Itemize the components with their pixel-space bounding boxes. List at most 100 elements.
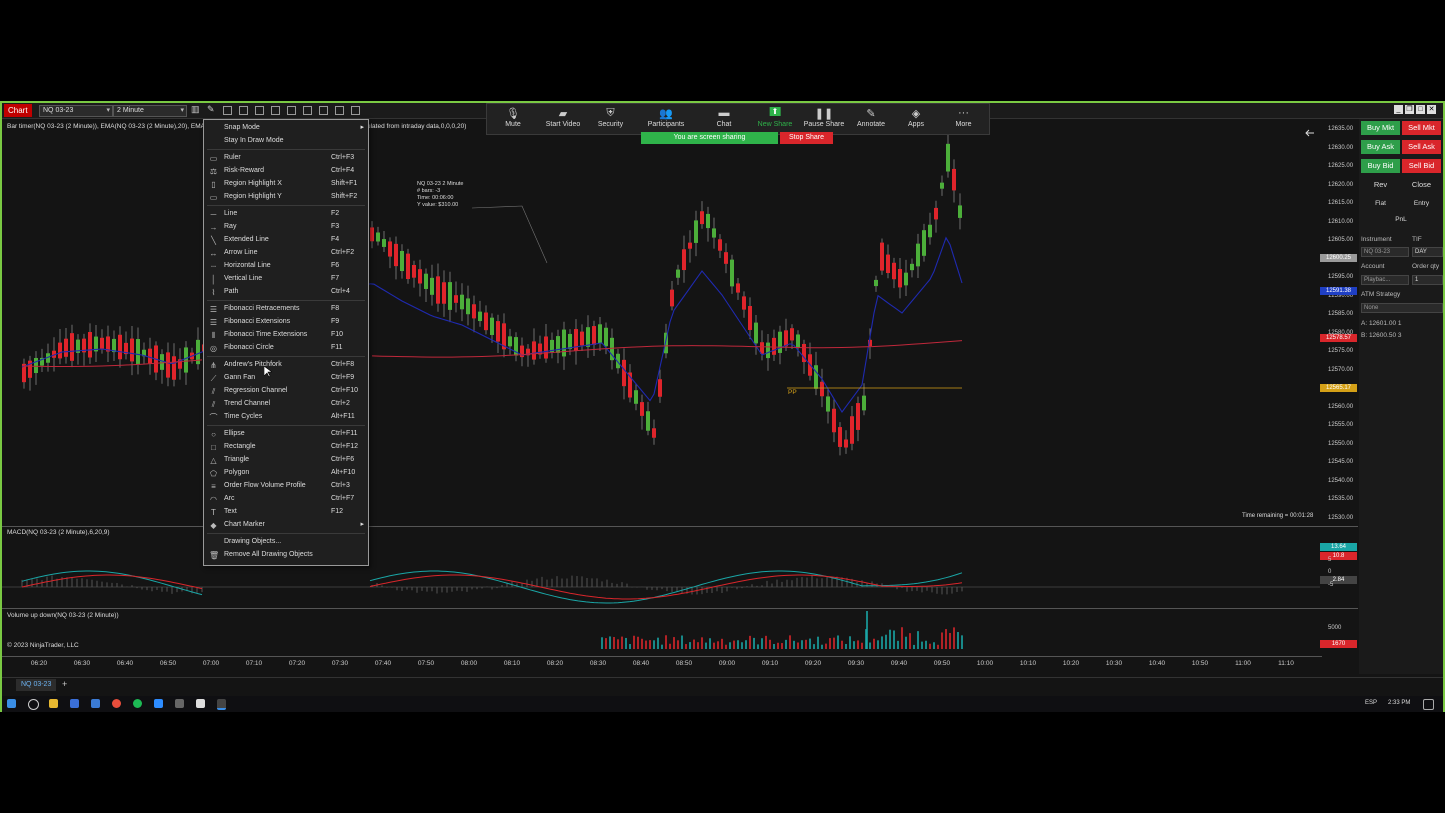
clock[interactable]: 2:33 PM <box>1388 700 1410 706</box>
close-icon[interactable]: ✕ <box>1427 105 1436 114</box>
menu-item-drawing-objects[interactable]: Drawing Objects... <box>204 536 368 549</box>
menu-item-region-highlight-x[interactable]: ▯ Region Highlight X Shift+F1 <box>204 178 368 191</box>
zoom-item-label: More <box>955 121 972 128</box>
minimize-icon[interactable]: _ <box>1394 105 1403 114</box>
add-tab-icon[interactable]: + <box>62 679 67 689</box>
candle-body <box>622 359 626 387</box>
menu-item-label: Fibonacci Retracements <box>224 305 300 312</box>
menu-item-label: Andrew's Pitchfork <box>224 361 282 368</box>
menu-item-snap-mode[interactable]: Snap Mode ▸ <box>204 122 368 135</box>
menu-item-chart-marker[interactable]: ◆ Chart Marker ▸ <box>204 519 368 532</box>
zoom-participants-button[interactable]: 👥 Participants <box>634 104 698 134</box>
candle-body <box>682 249 686 271</box>
menu-item-risk-reward[interactable]: ⚖ Risk-Reward Ctrl+F4 <box>204 165 368 178</box>
candle-body <box>706 213 710 229</box>
chrome-icon[interactable] <box>112 699 121 708</box>
candle-body <box>448 282 452 310</box>
zoom-new-share-button[interactable]: ⬆ New Share <box>750 104 800 134</box>
stop-share-button[interactable]: Stop Share <box>780 132 833 144</box>
menu-item-gann-fan[interactable]: ⟋ Gann Fan Ctrl+F9 <box>204 372 368 385</box>
menu-item-fibonacci-retracements[interactable]: ☰ Fibonacci Retracements F8 <box>204 303 368 316</box>
sell-bid-button[interactable]: Sell Bid <box>1402 159 1441 173</box>
tif-field[interactable]: DAY <box>1412 247 1443 257</box>
candle-body <box>136 339 140 364</box>
account-field[interactable]: Playbac... <box>1361 275 1409 285</box>
menu-item-stay-in-draw-mode[interactable]: Stay In Draw Mode <box>204 135 368 148</box>
menu-item-region-highlight-y[interactable]: ▭ Region Highlight Y Shift+F2 <box>204 191 368 204</box>
menu-item-polygon[interactable]: ⬠ Polygon Alt+F10 <box>204 467 368 480</box>
sell-ask-button[interactable]: Sell Ask <box>1402 140 1441 154</box>
buy-mkt-button[interactable]: Buy Mkt <box>1361 121 1400 135</box>
notification-icon[interactable] <box>1423 699 1434 710</box>
tab-nq-03-23[interactable]: NQ 03-23 <box>16 679 57 691</box>
menu-item-arc[interactable]: ◠ Arc Ctrl+F7 <box>204 493 368 506</box>
atm-strategy-field[interactable]: None <box>1361 303 1443 313</box>
buy-bid-button[interactable]: Buy Bid <box>1361 159 1400 173</box>
fib-time-icon: ⦀ <box>211 331 216 340</box>
time-axis[interactable]: 06:20 06:30 06:40 06:50 07:00 07:10 07:20 07:30… <box>2 656 1322 669</box>
spotify-icon[interactable] <box>133 699 142 708</box>
price-chart[interactable] <box>2 103 1320 678</box>
rectangle-icon: □ <box>211 443 216 452</box>
menu-item-horizontal-line[interactable]: ┈ Horizontal Line F6 <box>204 260 368 273</box>
app-icon[interactable] <box>175 699 184 708</box>
menu-item-triangle[interactable]: △ Triangle Ctrl+F6 <box>204 454 368 467</box>
mail-icon[interactable] <box>70 699 79 708</box>
menu-item-fibonacci-extensions[interactable]: ☰ Fibonacci Extensions F9 <box>204 316 368 329</box>
candle-body <box>658 379 662 397</box>
menu-item-path[interactable]: ⌇ Path Ctrl+4 <box>204 286 368 299</box>
language-indicator[interactable]: ESP <box>1365 700 1377 706</box>
menu-item-fibonacci-circle[interactable]: ◎ Fibonacci Circle F11 <box>204 342 368 355</box>
menu-item-remove-all-drawing-objects[interactable]: 🗑 Remove All Drawing Objects <box>204 549 368 562</box>
zoom-start-video-button[interactable]: ▰ Start Video <box>539 104 587 134</box>
menu-item-rectangle[interactable]: □ Rectangle Ctrl+F12 <box>204 441 368 454</box>
menu-item-shortcut: Ctrl+F7 <box>331 495 355 502</box>
time-tick: 08:30 <box>589 660 607 667</box>
menu-item-order-flow-volume-profile[interactable]: ≡ Order Flow Volume Profile Ctrl+3 <box>204 480 368 493</box>
zoom-icon[interactable] <box>154 699 163 708</box>
menu-item-arrow-line[interactable]: ↔ Arrow Line Ctrl+F2 <box>204 247 368 260</box>
menu-item-text[interactable]: T Text F12 <box>204 506 368 519</box>
sell-mkt-button[interactable]: Sell Mkt <box>1402 121 1441 135</box>
zoom-pause-share-button[interactable]: ❚❚ Pause Share <box>800 104 848 134</box>
menu-item-fibonacci-time-extensions[interactable]: ⦀ Fibonacci Time Extensions F10 <box>204 329 368 342</box>
menu-item-line[interactable]: ─ Line F2 <box>204 208 368 221</box>
measure-line <box>471 205 548 264</box>
candle-body <box>400 250 404 272</box>
order-qty-field[interactable]: 1 <box>1412 275 1443 285</box>
windows-start-icon[interactable] <box>7 699 16 708</box>
menu-item-trend-channel[interactable]: ⫽ Trend Channel Ctrl+2 <box>204 398 368 411</box>
price-tick: 12560.00 <box>1328 403 1354 410</box>
zoom-item-label: New Share <box>757 121 793 128</box>
menu-item-extended-line[interactable]: ╲ Extended Line F4 <box>204 234 368 247</box>
app-icon[interactable] <box>91 699 100 708</box>
zoom-apps-button[interactable]: ◈ Apps <box>894 104 938 134</box>
search-icon[interactable] <box>28 699 39 710</box>
zoom-security-button[interactable]: ⛨ Security <box>587 104 634 134</box>
instrument-field[interactable]: NQ 03-23 <box>1361 247 1409 257</box>
menu-item-ellipse[interactable]: ○ Ellipse Ctrl+F11 <box>204 428 368 441</box>
menu-item-andrew-s-pitchfork[interactable]: ⋔ Andrew's Pitchfork Ctrl+F8 <box>204 359 368 372</box>
file-explorer-icon[interactable] <box>49 699 58 708</box>
zoom-more-button[interactable]: ··· More <box>938 104 989 134</box>
macd-label: MACD(NQ 03-23 (2 Minute),6,20,9) <box>7 529 110 536</box>
candle-body <box>838 427 842 447</box>
zoom-chat-button[interactable]: ▬ Chat <box>698 104 750 134</box>
restore-icon[interactable]: ❐ <box>1405 105 1414 114</box>
menu-item-ray[interactable]: → Ray F3 <box>204 221 368 234</box>
menu-item-vertical-line[interactable]: │ Vertical Line F7 <box>204 273 368 286</box>
maximize-icon[interactable]: □ <box>1416 105 1425 114</box>
time-tick: 06:40 <box>116 660 134 667</box>
zoom-mute-button[interactable]: 🎙 Mute <box>487 104 539 134</box>
zoom-annotate-button[interactable]: ✎ Annotate <box>848 104 894 134</box>
ninjatrader-icon[interactable] <box>217 699 226 710</box>
menu-item-regression-channel[interactable]: ⫽ Regression Channel Ctrl+F10 <box>204 385 368 398</box>
close-button[interactable]: Close <box>1402 180 1441 189</box>
notepad-icon[interactable] <box>196 699 205 708</box>
rev-button[interactable]: Rev <box>1361 180 1400 189</box>
menu-item-time-cycles[interactable]: ⌒ Time Cycles Alt+F11 <box>204 411 368 424</box>
buy-ask-button[interactable]: Buy Ask <box>1361 140 1400 154</box>
price-axis[interactable]: 12635.00 12630.00 12625.00 12620.00 12615.00… <box>1320 118 1358 678</box>
price-tick: 12625.00 <box>1328 163 1354 170</box>
menu-item-ruler[interactable]: ▭ Ruler Ctrl+F3 <box>204 152 368 165</box>
